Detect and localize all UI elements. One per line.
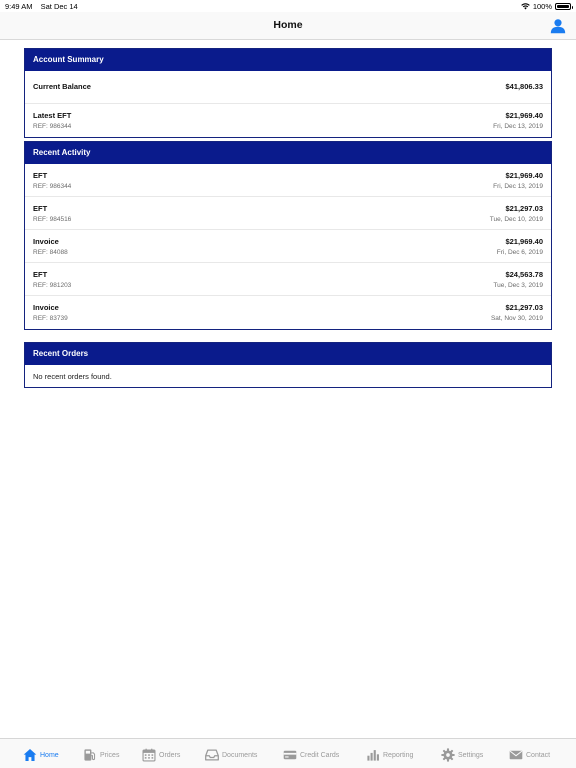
activity-row[interactable]: EFT $24,563.78 REF: 981203 Tue, Dec 3, 2… <box>25 263 551 296</box>
tab-credit-cards[interactable]: Credit Cards <box>283 747 339 763</box>
activity-date: Fri, Dec 13, 2019 <box>493 183 543 190</box>
activity-amount: $21,297.03 <box>505 204 543 213</box>
tab-contact[interactable]: Contact <box>509 747 550 763</box>
recent-orders-header: Recent Orders <box>25 343 551 365</box>
activity-amount: $21,969.40 <box>505 237 543 246</box>
activity-type: Invoice <box>33 237 59 246</box>
credit-card-icon <box>283 750 297 760</box>
activity-date: Fri, Dec 6, 2019 <box>496 249 543 256</box>
gear-icon <box>441 748 455 762</box>
account-summary-card: Account Summary Current Balance $41,806.… <box>24 48 552 138</box>
current-balance-value: $41,806.33 <box>505 82 543 91</box>
activity-type: Invoice <box>33 303 59 312</box>
tab-orders[interactable]: Orders <box>142 747 180 763</box>
tab-reporting[interactable]: Reporting <box>366 747 413 763</box>
activity-date: Tue, Dec 10, 2019 <box>489 216 543 223</box>
activity-ref: REF: 986344 <box>33 183 72 190</box>
activity-row[interactable]: EFT $21,969.40 REF: 986344 Fri, Dec 13, … <box>25 164 551 197</box>
latest-eft-date: Fri, Dec 13, 2019 <box>493 123 543 130</box>
tab-label: Prices <box>100 751 120 759</box>
current-balance-label: Current Balance <box>33 82 91 91</box>
battery-icon <box>555 3 573 10</box>
latest-eft-label: Latest EFT <box>33 111 72 120</box>
tab-home[interactable]: Home <box>23 747 59 763</box>
latest-eft-amount: $21,969.40 <box>505 111 543 120</box>
tab-label: Home <box>40 751 59 759</box>
status-left: 9:49 AM Sat Dec 14 <box>5 2 78 11</box>
tab-label: Settings <box>458 751 484 759</box>
activity-amount: $21,297.03 <box>505 303 543 312</box>
envelope-icon <box>509 750 523 760</box>
activity-type: EFT <box>33 204 48 213</box>
account-summary-header: Account Summary <box>25 49 551 71</box>
wifi-icon <box>521 3 530 10</box>
status-bar: 9:49 AM Sat Dec 14 100% <box>0 0 576 12</box>
fuel-pump-icon <box>84 749 96 761</box>
tab-prices[interactable]: Prices <box>83 747 119 763</box>
activity-date: Tue, Dec 3, 2019 <box>493 282 543 289</box>
activity-ref: REF: 984516 <box>33 216 72 223</box>
bar-chart-icon <box>367 750 379 761</box>
person-icon[interactable] <box>550 18 566 34</box>
recent-activity-card: Recent Activity EFT $21,969.40 REF: 9863… <box>24 141 552 330</box>
tab-label: Contact <box>526 751 551 759</box>
activity-ref: REF: 84088 <box>33 249 68 256</box>
latest-eft-ref: REF: 986344 <box>33 123 72 130</box>
activity-type: EFT <box>33 270 48 279</box>
activity-date: Sat, Nov 30, 2019 <box>490 315 543 322</box>
inbox-icon <box>205 749 219 761</box>
tab-label: Documents <box>222 751 258 759</box>
tab-label: Reporting <box>383 751 414 759</box>
status-time: 9:49 AM <box>5 2 33 11</box>
no-orders-message: No recent orders found. <box>33 372 112 381</box>
battery-percent: 100% <box>532 2 552 11</box>
activity-row[interactable]: Invoice $21,297.03 REF: 83739 Sat, Nov 3… <box>25 296 551 329</box>
activity-type: EFT <box>33 171 48 180</box>
activity-amount: $21,969.40 <box>505 171 543 180</box>
status-right: 100% <box>521 2 573 11</box>
latest-eft-row[interactable]: Latest EFT $21,969.40 REF: 986344 Fri, D… <box>25 104 551 137</box>
activity-row[interactable]: Invoice $21,969.40 REF: 84088 Fri, Dec 6… <box>25 230 551 263</box>
current-balance-row[interactable]: Current Balance $41,806.33 <box>25 71 551 104</box>
home-icon <box>23 749 37 761</box>
page-title: Home <box>273 19 303 31</box>
activity-amount: $24,563.78 <box>505 270 543 279</box>
activity-row[interactable]: EFT $21,297.03 REF: 984516 Tue, Dec 10, … <box>25 197 551 230</box>
tab-bar: Home Prices Orders Documents Credit Card… <box>0 738 576 768</box>
calendar-icon <box>142 748 156 762</box>
navigation-bar: Home <box>0 12 576 40</box>
tab-label: Credit Cards <box>300 751 340 759</box>
tab-documents[interactable]: Documents <box>205 747 257 763</box>
tab-label: Orders <box>159 751 181 759</box>
activity-ref: REF: 83739 <box>33 315 68 322</box>
tab-settings[interactable]: Settings <box>441 747 483 763</box>
recent-activity-header: Recent Activity <box>25 142 551 164</box>
status-date: Sat Dec 14 <box>40 2 78 11</box>
recent-orders-card: Recent Orders No recent orders found. <box>24 342 552 388</box>
activity-ref: REF: 981203 <box>33 282 72 289</box>
